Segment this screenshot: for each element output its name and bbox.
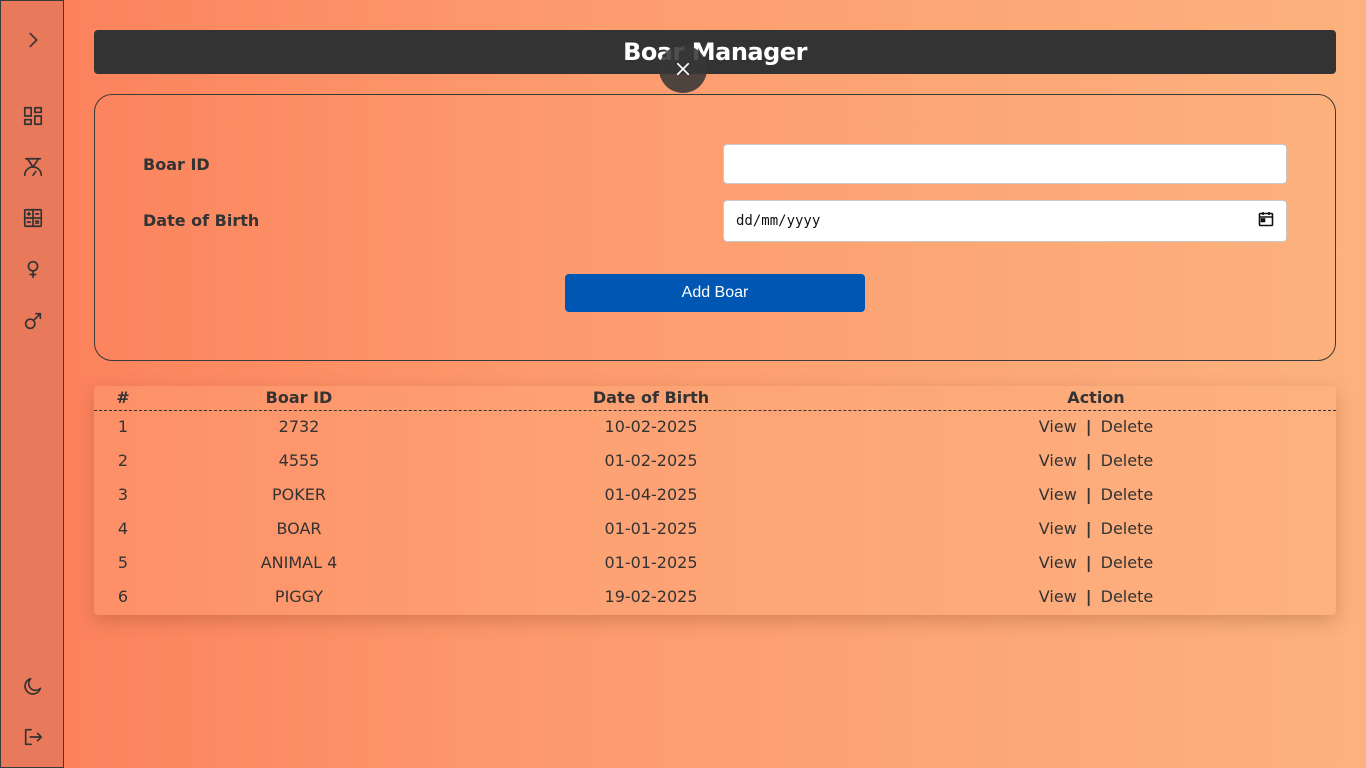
page-title: Boar Manager [623, 38, 807, 66]
cell-actions: View | Delete [1039, 553, 1153, 572]
cell-boar-id: ANIMAL 4 [260, 553, 338, 572]
dob-placeholder: dd/mm/yyyy [736, 213, 821, 229]
male-icon [24, 312, 42, 330]
cell-number: 2 [117, 451, 129, 470]
cell-boar-id: 2732 [278, 417, 320, 436]
table-row: 6 PIGGY 19-02-2025 View | Delete [94, 587, 1336, 621]
dob-date-input[interactable]: dd/mm/yyyy [723, 200, 1287, 242]
cell-boar-id: POKER [272, 485, 326, 504]
col-header-boar-id: Boar ID [265, 388, 333, 407]
sidebar-item-boars[interactable] [17, 305, 49, 337]
table-row: 1 2732 10-02-2025 View | Delete [94, 417, 1336, 451]
cell-number: 1 [117, 417, 129, 436]
cell-actions: View | Delete [1039, 451, 1153, 470]
delete-link[interactable]: Delete [1101, 451, 1154, 470]
female-icon [27, 260, 39, 279]
moon-icon [24, 677, 42, 695]
cell-dob: 01-02-2025 [604, 451, 698, 470]
table-row: 2 4555 01-02-2025 View | Delete [94, 451, 1336, 485]
sidebar-item-weighing[interactable] [17, 151, 49, 183]
cell-number: 6 [117, 587, 129, 606]
delete-link[interactable]: Delete [1101, 485, 1154, 504]
chevron-right-icon [29, 32, 38, 48]
sidebar-item-calculator[interactable] [17, 202, 49, 234]
action-separator: | [1085, 553, 1092, 572]
cell-actions: View | Delete [1039, 417, 1153, 436]
view-link[interactable]: View [1039, 451, 1077, 470]
cell-dob: 01-01-2025 [604, 519, 698, 538]
boar-id-input[interactable] [723, 144, 1287, 184]
table-header: # Boar ID Date of Birth Action [94, 386, 1336, 411]
view-link[interactable]: View [1039, 519, 1077, 538]
action-separator: | [1085, 485, 1092, 504]
col-header-action: Action [1067, 388, 1125, 407]
close-icon [676, 62, 690, 76]
boar-id-label: Boar ID [143, 155, 210, 174]
col-header-dob: Date of Birth [592, 388, 710, 407]
cell-number: 5 [117, 553, 129, 572]
cell-dob: 19-02-2025 [604, 587, 698, 606]
table-row: 4 BOAR 01-01-2025 View | Delete [94, 519, 1336, 553]
cell-boar-id: PIGGY [274, 587, 324, 606]
calculator-icon [23, 208, 43, 228]
logout-icon [24, 728, 43, 746]
add-boar-form: Boar ID Date of Birth dd/mm/yyyy Add Boa… [94, 94, 1336, 361]
boar-table: # Boar ID Date of Birth Action 1 2732 10… [94, 386, 1336, 615]
view-link[interactable]: View [1039, 485, 1077, 504]
cell-number: 4 [117, 519, 129, 538]
cell-dob: 10-02-2025 [604, 417, 698, 436]
action-separator: | [1085, 519, 1092, 538]
page-header: Boar Manager [94, 30, 1336, 74]
expand-sidebar-button[interactable] [17, 24, 49, 56]
cell-actions: View | Delete [1039, 485, 1153, 504]
cell-actions: View | Delete [1039, 519, 1153, 538]
delete-link[interactable]: Delete [1101, 553, 1154, 572]
dashboard-icon [23, 106, 43, 126]
cell-dob: 01-04-2025 [604, 485, 698, 504]
col-header-number: # [116, 388, 130, 407]
cell-dob: 01-01-2025 [604, 553, 698, 572]
sidebar [0, 0, 64, 768]
add-boar-button[interactable]: Add Boar [565, 274, 865, 312]
action-separator: | [1085, 417, 1092, 436]
dob-label: Date of Birth [143, 211, 260, 230]
view-link[interactable]: View [1039, 417, 1077, 436]
view-link[interactable]: View [1039, 587, 1077, 606]
view-link[interactable]: View [1039, 553, 1077, 572]
delete-link[interactable]: Delete [1101, 587, 1154, 606]
cell-boar-id: 4555 [278, 451, 320, 470]
delete-link[interactable]: Delete [1101, 519, 1154, 538]
delete-link[interactable]: Delete [1101, 417, 1154, 436]
sidebar-item-dashboard[interactable] [17, 100, 49, 132]
table-row: 3 POKER 01-04-2025 View | Delete [94, 485, 1336, 519]
dark-mode-toggle[interactable] [17, 670, 49, 702]
scale-icon [23, 157, 43, 177]
sidebar-item-sows[interactable] [17, 253, 49, 285]
cell-number: 3 [117, 485, 129, 504]
action-separator: | [1085, 451, 1092, 470]
logout-button[interactable] [17, 721, 49, 753]
table-row: 5 ANIMAL 4 01-01-2025 View | Delete [94, 553, 1336, 587]
close-button[interactable] [659, 45, 707, 93]
cell-actions: View | Delete [1039, 587, 1153, 606]
action-separator: | [1085, 587, 1092, 606]
cell-boar-id: BOAR [276, 519, 322, 538]
calendar-icon[interactable] [1258, 211, 1274, 231]
